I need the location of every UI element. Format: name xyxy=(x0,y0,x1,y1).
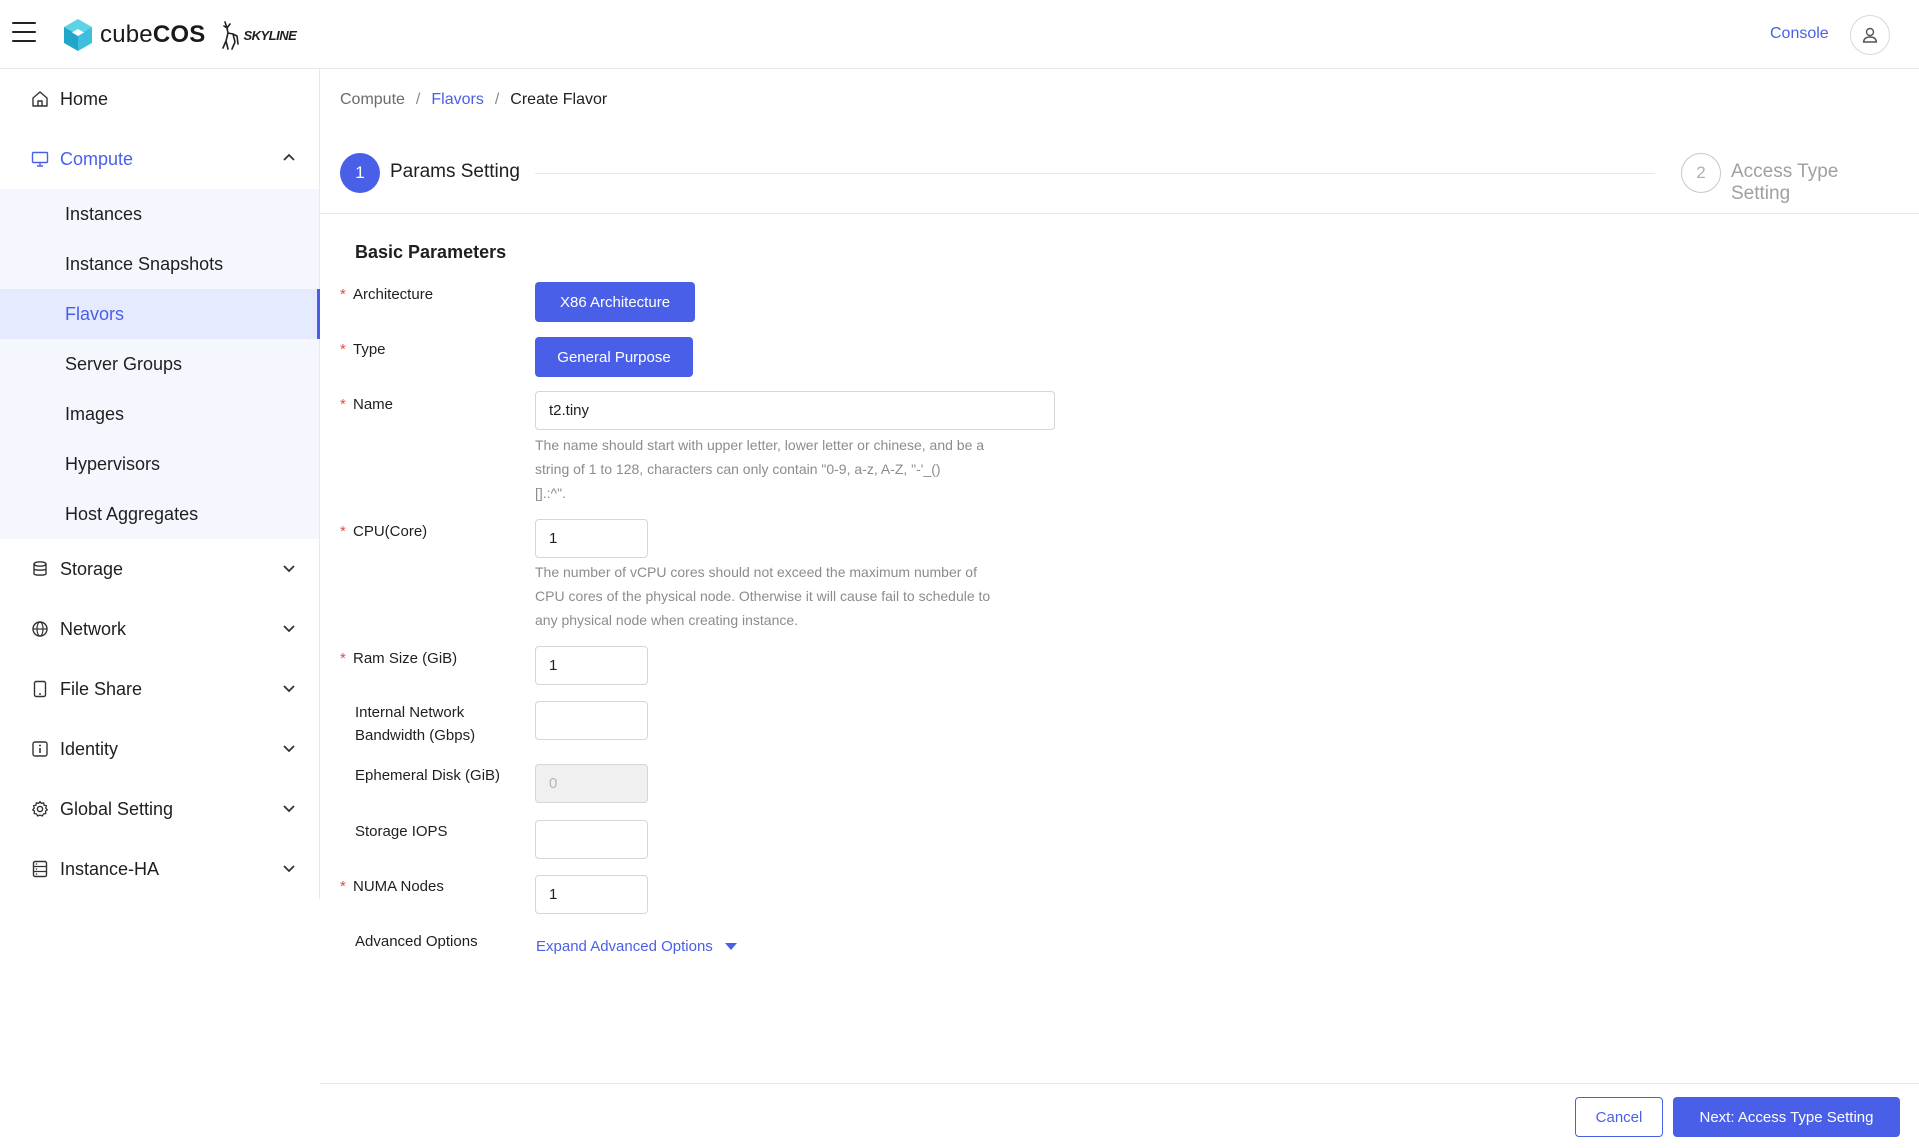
divider xyxy=(320,213,1919,214)
monitor-icon xyxy=(30,149,50,169)
ephemeral-disk-label: Ephemeral Disk (GiB) xyxy=(355,767,501,784)
sidebar-item-label: Compute xyxy=(60,148,134,169)
step-2-label: Access Type Setting xyxy=(1731,161,1839,204)
numa-nodes-label: * NUMA Nodes xyxy=(340,878,444,895)
section-title: Basic Parameters xyxy=(355,242,507,262)
storage-iops-input[interactable] xyxy=(535,820,648,859)
breadcrumb-current: Create Flavor xyxy=(510,91,608,108)
globe-icon xyxy=(30,619,50,639)
chevron-down-icon[interactable] xyxy=(281,800,297,816)
sidebar-item-storage[interactable]: Storage xyxy=(0,539,319,599)
sidebar-item-label: Instance-HA xyxy=(60,858,160,879)
sidebar-item-server-groups[interactable]: Server Groups xyxy=(0,339,319,389)
sidebar-item-label: Home xyxy=(60,88,109,109)
skyline-label: SKYLINE xyxy=(243,27,297,43)
footer-divider xyxy=(320,1083,1919,1084)
sidebar-item-file-share[interactable]: File Share xyxy=(0,659,319,719)
architecture-x86-button[interactable]: X86 Architecture xyxy=(535,282,695,322)
ram-input[interactable]: 1 xyxy=(535,646,648,685)
sidebar-item-label: Identity xyxy=(60,738,119,759)
step-1-number: 1 xyxy=(340,153,380,193)
ram-label: * Ram Size (GiB) xyxy=(340,650,458,667)
type-label: * Type xyxy=(340,341,386,358)
sidebar-item-hypervisors[interactable]: Hypervisors xyxy=(0,439,319,489)
ephemeral-disk-input: 0 xyxy=(535,764,648,803)
compute-submenu: Instances Instance Snapshots Flavors Ser… xyxy=(0,189,320,539)
skyline-logo: SKYLINE xyxy=(219,20,297,50)
name-input[interactable]: t2.tiny xyxy=(535,391,1055,430)
home-icon xyxy=(30,89,50,109)
console-link[interactable]: Console xyxy=(1770,25,1829,43)
breadcrumb: Compute / Flavors / Create Flavor xyxy=(340,91,607,109)
chevron-down-icon[interactable] xyxy=(281,620,297,636)
cpu-label: * CPU(Core) xyxy=(340,523,428,540)
breadcrumb-separator: / xyxy=(494,91,500,108)
cpu-help-text: The number of vCPU cores should not exce… xyxy=(535,564,991,628)
cpu-input[interactable]: 1 xyxy=(535,519,648,558)
sidebar-nav: Home Compute Instances Instance Snapshot… xyxy=(0,69,320,899)
database-icon xyxy=(30,559,50,579)
hamburger-menu-icon[interactable] xyxy=(12,22,36,44)
step-2-number: 2 xyxy=(1681,153,1721,193)
sidebar-item-identity[interactable]: Identity xyxy=(0,719,319,779)
sidebar-item-network[interactable]: Network xyxy=(0,599,319,659)
storage-iops-label: Storage IOPS xyxy=(355,823,448,840)
next-access-type-setting-button[interactable]: Next: Access Type Setting xyxy=(1673,1097,1900,1137)
caret-down-icon xyxy=(724,943,737,950)
tablet-icon xyxy=(30,679,50,699)
breadcrumb-separator: / xyxy=(415,91,421,108)
sidebar-item-label: File Share xyxy=(60,678,143,699)
sidebar-item-host-aggregates[interactable]: Host Aggregates xyxy=(0,489,319,539)
chevron-up-icon[interactable] xyxy=(281,150,297,166)
expand-advanced-options-text: Expand Advanced Options xyxy=(536,938,713,955)
sidebar-item-global-setting[interactable]: Global Setting xyxy=(0,779,319,839)
numa-nodes-input[interactable]: 1 xyxy=(535,875,648,914)
sidebar-item-instance-ha[interactable]: Instance-HA xyxy=(0,839,319,899)
step-connector xyxy=(535,173,1655,174)
chevron-down-icon[interactable] xyxy=(281,740,297,756)
gear-icon xyxy=(30,799,50,819)
architecture-label: * Architecture xyxy=(340,286,434,303)
cancel-button[interactable]: Cancel xyxy=(1575,1097,1663,1137)
info-icon xyxy=(30,739,50,759)
bandwidth-input[interactable] xyxy=(535,701,648,740)
chevron-down-icon[interactable] xyxy=(281,680,297,696)
chevron-down-icon[interactable] xyxy=(281,560,297,576)
brand-logo[interactable]: cubeCOS SKYLINE xyxy=(62,18,297,52)
sidebar-item-flavors[interactable]: Flavors xyxy=(0,289,320,339)
sidebar-item-instance-snapshots[interactable]: Instance Snapshots xyxy=(0,239,319,289)
sidebar-item-home[interactable]: Home xyxy=(0,69,319,129)
user-avatar-button[interactable] xyxy=(1850,15,1890,55)
expand-advanced-options-link[interactable]: Expand Advanced Options xyxy=(536,938,737,955)
advanced-options-label: Advanced Options xyxy=(355,933,478,950)
sidebar-item-label: Network xyxy=(60,618,127,639)
name-label: * Name xyxy=(340,396,394,413)
sidebar-item-compute[interactable]: Compute xyxy=(0,129,319,189)
chevron-down-icon[interactable] xyxy=(281,860,297,876)
breadcrumb-flavors-link[interactable]: Flavors xyxy=(431,91,483,109)
skyline-deer-icon xyxy=(222,21,240,50)
breadcrumb-compute: Compute xyxy=(340,91,405,108)
sidebar-item-label: Storage xyxy=(60,558,124,579)
sidebar-item-instances[interactable]: Instances xyxy=(0,189,319,239)
top-header: cubeCOS SKYLINE Console xyxy=(0,0,1919,69)
server-icon xyxy=(30,859,50,879)
brand-name: cubeCOS xyxy=(100,21,206,48)
wizard-steps: 1 Params Setting 2 Access Type Setting xyxy=(340,153,1900,204)
type-general-purpose-button[interactable]: General Purpose xyxy=(535,337,693,377)
sidebar-item-images[interactable]: Images xyxy=(0,389,319,439)
cube-logo-icon xyxy=(64,19,92,51)
bandwidth-label: Internal Network Bandwidth (Gbps) xyxy=(355,704,476,744)
step-1-label: Params Setting xyxy=(390,161,520,182)
sidebar-item-label: Global Setting xyxy=(60,798,174,819)
user-icon xyxy=(1862,27,1878,43)
name-help-text: The name should start with upper letter,… xyxy=(535,437,985,501)
